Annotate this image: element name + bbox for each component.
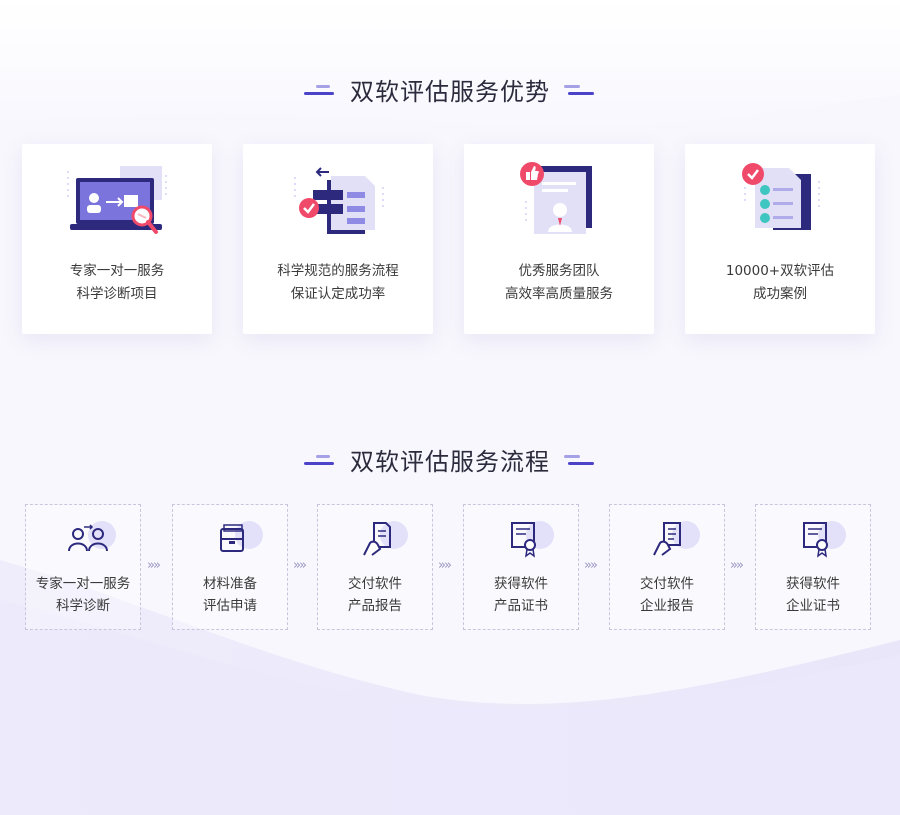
step-line-1: 获得软件: [494, 576, 548, 592]
process-step-5: 交付软件 企业报告: [609, 504, 725, 630]
process-step-4: 获得软件 产品证书: [463, 504, 579, 630]
step-line-2: 企业证书: [786, 598, 840, 614]
card-line-1: 专家一对一服务: [69, 263, 165, 279]
advantage-card-4: 10000+双软评估 成功案例: [685, 144, 875, 334]
process-title: 双软评估服务流程: [350, 448, 550, 476]
step-arrow-1: »»: [147, 558, 161, 573]
people-exchange-icon: [68, 521, 116, 552]
card-line-2: 高效率高质量服务: [505, 286, 613, 302]
advantage-card-3: 优秀服务团队 高效率高质量服务: [464, 144, 654, 334]
step-line-1: 获得软件: [786, 576, 840, 592]
step-line-1: 材料准备: [203, 576, 257, 592]
title-deco-right: [564, 452, 596, 468]
step-arrow-2: »»: [293, 558, 307, 573]
title-deco-left: [304, 82, 336, 98]
step-line-2: 企业报告: [640, 598, 694, 614]
process-step-2: 材料准备 评估申请: [172, 504, 288, 630]
title-deco-right: [564, 82, 596, 98]
step-arrow-3: »»: [438, 558, 452, 573]
process-title-row: 双软评估服务流程: [0, 442, 900, 477]
hand-report-icon: [653, 521, 700, 556]
step-arrow-4: »»: [584, 558, 598, 573]
title-deco-left: [304, 452, 336, 468]
advantage-card-2: 科学规范的服务流程 保证认定成功率: [243, 144, 433, 334]
step-line-2: 科学诊断: [56, 598, 110, 614]
folder-materials-icon: [220, 521, 263, 552]
card-line-2: 科学诊断项目: [76, 286, 158, 302]
certificate-icon: [803, 521, 846, 558]
advantage-card-1: 专家一对一服务 科学诊断项目: [22, 144, 212, 334]
step-line-2: 产品报告: [348, 598, 402, 614]
checklist-icon: [742, 163, 820, 230]
process-step-6: 获得软件 企业证书: [755, 504, 871, 630]
process-step-1: 专家一对一服务 科学诊断: [25, 504, 141, 630]
laptop-consultation-icon: [67, 166, 167, 234]
step-line-1: 专家一对一服务: [35, 576, 131, 592]
step-arrow-5: »»: [730, 558, 744, 573]
card-line-1: 优秀服务团队: [518, 263, 600, 279]
step-line-1: 交付软件: [640, 576, 694, 592]
advantages-title: 双软评估服务优势: [350, 78, 550, 106]
process-step-3: 交付软件 产品报告: [317, 504, 433, 630]
card-line-1: 科学规范的服务流程: [277, 263, 399, 279]
advantages-title-row: 双软评估服务优势: [0, 72, 900, 107]
step-line-1: 交付软件: [348, 576, 402, 592]
step-line-2: 评估申请: [203, 598, 257, 614]
card-line-2: 成功案例: [753, 286, 807, 302]
certificate-icon: [511, 521, 554, 558]
step-line-2: 产品证书: [494, 598, 548, 614]
team-thumbs-up-icon: [520, 162, 592, 234]
card-line-1: 10000+双软评估: [725, 263, 835, 279]
card-line-2: 保证认定成功率: [290, 286, 386, 302]
process-document-icon: [294, 167, 384, 234]
background-waves: [0, 0, 900, 815]
hand-document-icon: [363, 521, 408, 556]
